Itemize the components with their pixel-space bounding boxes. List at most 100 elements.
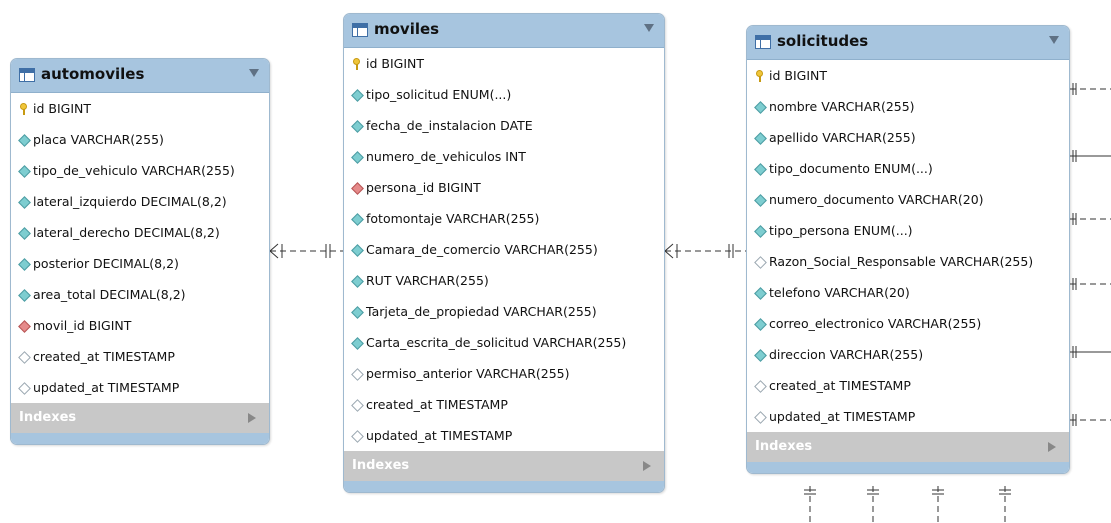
expand-arrow-icon[interactable] (643, 461, 651, 471)
entity-header[interactable]: solicitudes (747, 26, 1069, 60)
column-diamond-icon (351, 151, 363, 163)
column-text: RUT VARCHAR(255) (366, 273, 489, 288)
column-row[interactable]: apellido VARCHAR(255) (747, 122, 1069, 153)
column-text: telefono VARCHAR(20) (769, 285, 910, 300)
column-row[interactable]: lateral_derecho DECIMAL(8,2) (11, 217, 269, 248)
column-row[interactable]: permiso_anterior VARCHAR(255) (344, 358, 664, 389)
column-row[interactable]: correo_electronico VARCHAR(255) (747, 308, 1069, 339)
column-row[interactable]: id BIGINT (11, 93, 269, 124)
column-row[interactable]: posterior DECIMAL(8,2) (11, 248, 269, 279)
table-icon (352, 23, 368, 37)
column-text: created_at TIMESTAMP (366, 397, 508, 412)
column-diamond-icon (351, 337, 363, 349)
collapse-arrow-icon[interactable] (249, 69, 259, 77)
indexes-label: Indexes (19, 410, 77, 425)
column-row[interactable]: telefono VARCHAR(20) (747, 277, 1069, 308)
column-row[interactable]: area_total DECIMAL(8,2) (11, 279, 269, 310)
column-row[interactable]: Carta_escrita_de_solicitud VARCHAR(255) (344, 327, 664, 358)
column-list: id BIGINT nombre VARCHAR(255) apellido VAR… (747, 60, 1069, 432)
column-text: permiso_anterior VARCHAR(255) (366, 366, 570, 381)
entity-solicitudes[interactable]: solicitudes id BIGINT nombre VARCHAR(255)… (746, 25, 1070, 474)
column-row[interactable]: updated_at TIMESTAMP (11, 372, 269, 403)
column-row[interactable]: numero_documento VARCHAR(20) (747, 184, 1069, 215)
column-list: id BIGINT placa VARCHAR(255) tipo_de_vehic… (11, 93, 269, 403)
column-diamond-icon (754, 349, 766, 361)
entity-automoviles[interactable]: automoviles id BIGINT placa VARCHAR(255) t… (10, 58, 270, 445)
column-row[interactable]: Camara_de_comercio VARCHAR(255) (344, 234, 664, 265)
column-diamond-icon (351, 120, 363, 132)
column-diamond-icon (754, 225, 766, 237)
column-text: tipo_solicitud ENUM(...) (366, 87, 512, 102)
column-row[interactable]: tipo_de_vehiculo VARCHAR(255) (11, 155, 269, 186)
column-row[interactable]: lateral_izquierdo DECIMAL(8,2) (11, 186, 269, 217)
column-row[interactable]: tipo_documento ENUM(...) (747, 153, 1069, 184)
entity-header[interactable]: moviles (344, 14, 664, 48)
column-row[interactable]: tipo_persona ENUM(...) (747, 215, 1069, 246)
column-text: created_at TIMESTAMP (769, 378, 911, 393)
column-diamond-icon (754, 163, 766, 175)
column-row[interactable]: tipo_solicitud ENUM(...) (344, 79, 664, 110)
expand-arrow-icon[interactable] (248, 413, 256, 423)
nullable-diamond-icon (754, 411, 766, 423)
column-diamond-icon (18, 165, 30, 177)
column-row[interactable]: direccion VARCHAR(255) (747, 339, 1069, 370)
column-text: correo_electronico VARCHAR(255) (769, 316, 982, 331)
collapse-arrow-icon[interactable] (644, 24, 654, 32)
relation-automoviles-moviles (269, 243, 343, 259)
indexes-bar[interactable]: Indexes (344, 451, 664, 481)
column-text: tipo_documento ENUM(...) (769, 161, 933, 176)
column-text: updated_at TIMESTAMP (33, 380, 180, 395)
entity-moviles[interactable]: moviles id BIGINT tipo_solicitud ENUM(...… (343, 13, 665, 493)
collapse-arrow-icon[interactable] (1049, 36, 1059, 44)
column-text: persona_id BIGINT (366, 180, 481, 195)
column-row[interactable]: fecha_de_instalacion DATE (344, 110, 664, 141)
column-row[interactable]: numero_de_vehiculos INT (344, 141, 664, 172)
column-row[interactable]: RUT VARCHAR(255) (344, 265, 664, 296)
column-text: nombre VARCHAR(255) (769, 99, 915, 114)
column-row[interactable]: created_at TIMESTAMP (344, 389, 664, 420)
column-row[interactable]: updated_at TIMESTAMP (747, 401, 1069, 432)
column-diamond-icon (351, 306, 363, 318)
primary-key-icon (18, 102, 30, 115)
column-row[interactable]: movil_id BIGINT (11, 310, 269, 341)
column-row[interactable]: fotomontaje VARCHAR(255) (344, 203, 664, 234)
column-row[interactable]: id BIGINT (344, 48, 664, 79)
column-list: id BIGINT tipo_solicitud ENUM(...) fecha_d… (344, 48, 664, 451)
nullable-diamond-icon (754, 380, 766, 392)
column-row[interactable]: persona_id BIGINT (344, 172, 664, 203)
column-row[interactable]: Tarjeta_de_propiedad VARCHAR(255) (344, 296, 664, 327)
column-text: id BIGINT (33, 101, 92, 116)
relations-solicitudes-bottom (804, 486, 1011, 523)
indexes-label: Indexes (755, 439, 813, 454)
column-text: tipo_de_vehiculo VARCHAR(255) (33, 163, 235, 178)
column-row[interactable]: id BIGINT (747, 60, 1069, 91)
expand-arrow-icon[interactable] (1048, 442, 1056, 452)
nullable-diamond-icon (351, 430, 363, 442)
nullable-diamond-icon (351, 399, 363, 411)
column-text: id BIGINT (769, 68, 828, 83)
column-text: Camara_de_comercio VARCHAR(255) (366, 242, 598, 257)
entity-footer (747, 462, 1069, 473)
column-row[interactable]: nombre VARCHAR(255) (747, 91, 1069, 122)
column-diamond-icon (18, 227, 30, 239)
column-row[interactable]: created_at TIMESTAMP (11, 341, 269, 372)
column-diamond-icon (18, 258, 30, 270)
relation-moviles-solicitudes (664, 243, 746, 259)
relations-solicitudes-right (1070, 83, 1111, 426)
column-row[interactable]: placa VARCHAR(255) (11, 124, 269, 155)
nullable-diamond-icon (754, 256, 766, 268)
column-row[interactable]: created_at TIMESTAMP (747, 370, 1069, 401)
column-text: posterior DECIMAL(8,2) (33, 256, 179, 271)
column-text: movil_id BIGINT (33, 318, 132, 333)
column-text: apellido VARCHAR(255) (769, 130, 916, 145)
column-row[interactable]: Razon_Social_Responsable VARCHAR(255) (747, 246, 1069, 277)
column-text: Carta_escrita_de_solicitud VARCHAR(255) (366, 335, 627, 350)
indexes-bar[interactable]: Indexes (11, 403, 269, 433)
column-text: Razon_Social_Responsable VARCHAR(255) (769, 254, 1034, 269)
column-diamond-icon (754, 287, 766, 299)
entity-header[interactable]: automoviles (11, 59, 269, 93)
column-diamond-icon (18, 196, 30, 208)
indexes-bar[interactable]: Indexes (747, 432, 1069, 462)
column-row[interactable]: updated_at TIMESTAMP (344, 420, 664, 451)
primary-key-icon (351, 57, 363, 70)
